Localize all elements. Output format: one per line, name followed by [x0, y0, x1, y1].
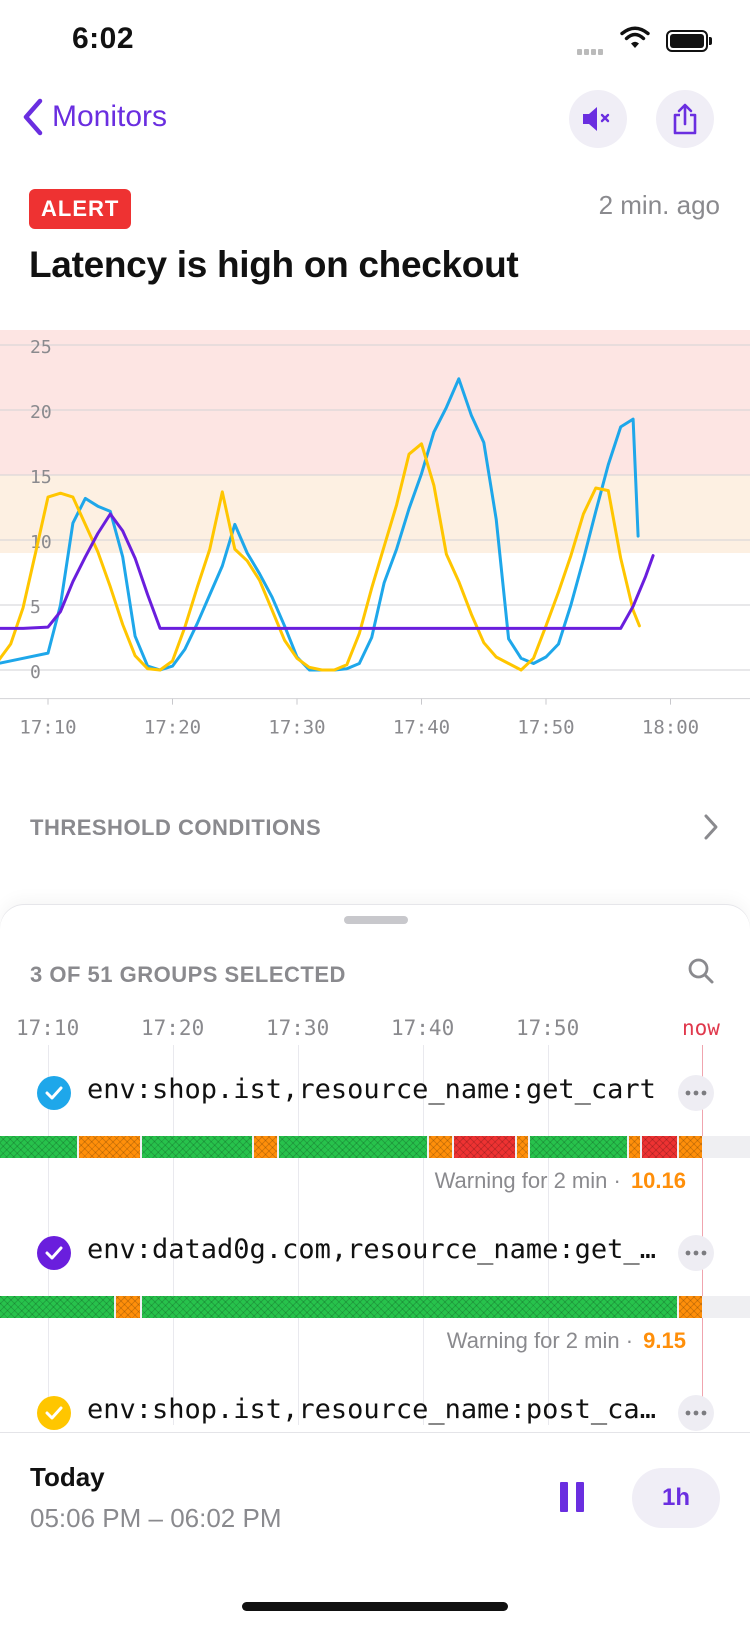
- latency-chart: 051015202517:10 17:20 17:30 17:40 17:50 18:00: [0, 330, 750, 739]
- status-segment-ok: [142, 1136, 252, 1158]
- x-tick-label: 17:30: [268, 717, 325, 739]
- status-segment-warn: [116, 1296, 140, 1318]
- status-segment-warn: [629, 1136, 640, 1158]
- status-segment-alert: [642, 1136, 677, 1158]
- checkmark-icon[interactable]: [37, 1236, 71, 1270]
- status-value: 10.16: [630, 1168, 686, 1193]
- more-options-button[interactable]: [678, 1075, 714, 1111]
- checkmark-icon[interactable]: [37, 1076, 71, 1110]
- share-icon: [673, 103, 697, 135]
- x-tick-label: 17:10: [19, 717, 76, 739]
- speaker-muted-icon: [583, 107, 610, 131]
- alert-badge: ALERT: [29, 189, 132, 229]
- timeline-now-label: now: [682, 1016, 720, 1040]
- status-segment-warn: [254, 1136, 277, 1158]
- status-segment-warn: [79, 1136, 140, 1158]
- status-segment-warn: [679, 1296, 702, 1318]
- time-range-text: 05:06 PM – 06:02 PM: [30, 1503, 282, 1533]
- group-status: Warning for 2 min · 9.15: [446, 1328, 686, 1353]
- x-tick-label: 18:00: [642, 717, 699, 739]
- status-segment-ok: [530, 1136, 627, 1158]
- timeline-tick-label: 17:40: [391, 1016, 455, 1040]
- cellular-signal-icon: [577, 42, 605, 60]
- ellipsis-icon: [685, 1250, 707, 1256]
- period-button[interactable]: 1h: [632, 1468, 720, 1528]
- x-tick-label: 17:20: [144, 717, 201, 739]
- groups-selected-label: 3 OF 51 GROUPS SELECTED: [30, 962, 346, 987]
- home-indicator: [242, 1602, 508, 1611]
- chevron-right-icon[interactable]: [702, 813, 720, 846]
- y-tick-label: 5: [30, 597, 41, 618]
- timeline-tick-label: 17:20: [141, 1016, 205, 1040]
- more-options-button[interactable]: [678, 1395, 714, 1431]
- status-time: 6:02: [72, 22, 135, 55]
- back-button[interactable]: Monitors: [22, 98, 167, 136]
- x-tick-label: 17:50: [517, 717, 574, 739]
- chevron-left-icon: [23, 98, 43, 136]
- share-button[interactable]: [656, 90, 714, 148]
- ellipsis-icon: [685, 1410, 707, 1416]
- timeline-tick-label: 17:30: [266, 1016, 330, 1040]
- status-segment-ok: [279, 1136, 427, 1158]
- y-tick-label: 15: [30, 467, 52, 488]
- group-status: Warning for 2 min · 10.16: [434, 1168, 686, 1193]
- alert-time-ago: 2 min. ago: [598, 190, 720, 220]
- alert-title: Latency is high on checkout: [29, 244, 519, 285]
- status-text: Warning for 2 min: [446, 1328, 620, 1353]
- threshold-conditions-label[interactable]: THRESHOLD CONDITIONS: [30, 815, 321, 841]
- back-label: Monitors: [52, 100, 168, 133]
- mute-button[interactable]: [569, 90, 627, 148]
- status-segment-ok: [0, 1136, 77, 1158]
- time-range-day: Today: [30, 1462, 105, 1492]
- y-tick-label: 20: [30, 402, 52, 423]
- x-tick-label: 17:40: [393, 717, 450, 739]
- status-timeline-bar: [0, 1296, 750, 1318]
- timeline-tick-label: 17:50: [516, 1016, 580, 1040]
- y-tick-label: 25: [30, 337, 52, 358]
- status-value: 9.15: [643, 1328, 686, 1353]
- battery-icon: [666, 30, 712, 52]
- group-label: env:shop.ist,resource_name:get_cart: [87, 1074, 656, 1105]
- status-segment-warn: [429, 1136, 452, 1158]
- pause-icon: [560, 1482, 568, 1512]
- pause-button[interactable]: [560, 1482, 592, 1517]
- more-options-button[interactable]: [678, 1235, 714, 1271]
- status-segment-warn: [517, 1136, 528, 1158]
- group-label: env:datad0g.com,resource_name:get_cart: [87, 1234, 662, 1265]
- sheet-grabber[interactable]: [344, 916, 408, 924]
- wifi-icon: [620, 26, 650, 55]
- ellipsis-icon: [685, 1090, 707, 1096]
- status-segment-ok: [142, 1296, 677, 1318]
- group-label: env:shop.ist,resource_name:post_cart: [87, 1394, 662, 1425]
- checkmark-icon[interactable]: [37, 1396, 71, 1430]
- alert-threshold-band: [0, 330, 750, 475]
- status-segment-warn: [679, 1136, 702, 1158]
- y-tick-label: 0: [30, 662, 41, 683]
- timeline-tick-label: 17:10: [16, 1016, 80, 1040]
- search-icon[interactable]: [687, 957, 715, 990]
- status-timeline-bar: [0, 1136, 750, 1158]
- status-segment-alert: [454, 1136, 515, 1158]
- status-segment-ok: [0, 1296, 114, 1318]
- status-text: Warning for 2 min: [434, 1168, 608, 1193]
